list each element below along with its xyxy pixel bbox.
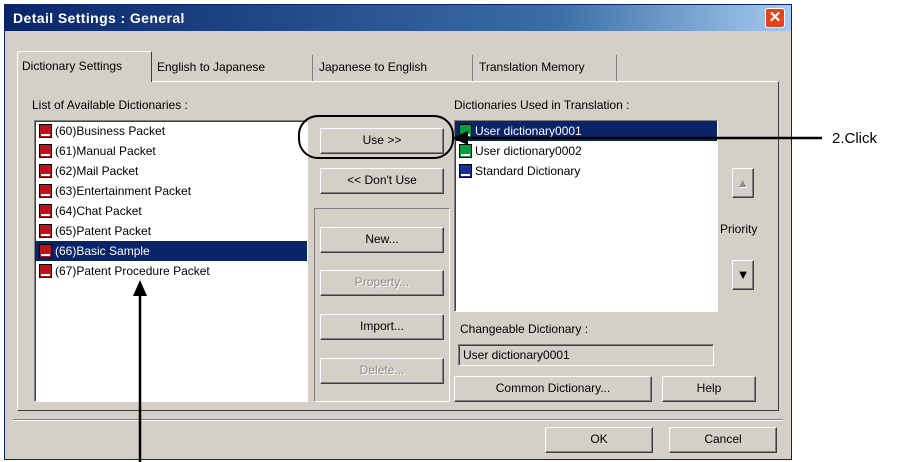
red-book-icon (39, 224, 52, 238)
list-item[interactable]: (62)Mail Packet (35, 161, 307, 181)
close-icon: ✕ (768, 9, 782, 26)
ok-button-label: OK (590, 432, 608, 446)
tab-label: English to Japanese (157, 60, 266, 74)
changeable-dictionary-label: Changeable Dictionary : (460, 322, 589, 336)
changeable-dictionary-value: User dictionary0001 (463, 348, 570, 362)
new-button-label: New... (365, 232, 399, 246)
cancel-button[interactable]: Cancel (669, 427, 777, 453)
list-item[interactable]: Standard Dictionary (455, 161, 717, 181)
list-item[interactable]: User dictionary0001 (455, 121, 717, 141)
use-button-highlight-oval (298, 115, 454, 159)
list-item-label: User dictionary0001 (475, 124, 582, 138)
list-item-label: (60)Business Packet (55, 124, 166, 138)
ok-button[interactable]: OK (545, 427, 653, 453)
tab-label: Translation Memory (479, 60, 585, 74)
red-book-icon (39, 124, 52, 138)
list-item-label: (62)Mail Packet (55, 164, 139, 178)
available-dictionaries-heading: List of Available Dictionaries : (32, 98, 188, 112)
list-item-label: User dictionary0002 (475, 144, 582, 158)
tab-label: Japanese to English (319, 60, 428, 74)
red-book-icon (39, 244, 52, 258)
priority-up-button[interactable]: ▲ (732, 168, 754, 198)
list-item[interactable]: (63)Entertainment Packet (35, 181, 307, 201)
blue-book-icon (459, 164, 472, 178)
list-item-label: (66)Basic Sample (55, 244, 150, 258)
list-item-label: (65)Patent Packet (55, 224, 152, 238)
priority-label: Priority (720, 222, 758, 236)
arrow-down-icon: ▼ (736, 267, 750, 282)
common-dictionary-button[interactable]: Common Dictionary... (454, 376, 652, 402)
import-button[interactable]: Import... (320, 314, 444, 340)
cancel-button-label: Cancel (704, 432, 742, 446)
tab-dictionary-settings[interactable]: Dictionary Settings (17, 51, 152, 82)
property-button[interactable]: Property... (320, 270, 444, 296)
callout-click-label: 2.Click (832, 130, 878, 147)
list-item[interactable]: (67)Patent Procedure Packet (35, 261, 307, 281)
arrow-up-icon: ▲ (737, 176, 749, 190)
list-item[interactable]: User dictionary0002 (455, 141, 717, 161)
list-item-label: (61)Manual Packet (55, 144, 156, 158)
used-dictionaries-heading: Dictionaries Used in Translation : (454, 98, 630, 112)
list-item[interactable]: (65)Patent Packet (35, 221, 307, 241)
red-book-icon (39, 144, 52, 158)
changeable-dictionary-field: User dictionary0001 (458, 344, 714, 366)
dialog-window: Detail Settings : General ✕ Dictionary S… (4, 4, 792, 460)
dont-use-button[interactable]: << Don't Use (320, 168, 444, 194)
list-item-label: (67)Patent Procedure Packet (55, 264, 210, 278)
window-title: Detail Settings : General (13, 10, 185, 26)
green-book-icon (459, 144, 472, 158)
list-item[interactable]: (64)Chat Packet (35, 201, 307, 221)
list-item-label: (64)Chat Packet (55, 204, 142, 218)
list-item[interactable]: (61)Manual Packet (35, 141, 307, 161)
property-button-label: Property... (354, 275, 410, 289)
list-item[interactable]: (60)Business Packet (35, 121, 307, 141)
tab-english-to-japanese[interactable]: English to Japanese (153, 55, 313, 81)
tab-translation-memory[interactable]: Translation Memory (475, 55, 617, 81)
tab-japanese-to-english[interactable]: Japanese to English (315, 55, 473, 81)
priority-down-button[interactable]: ▼ (732, 260, 754, 290)
list-item-label: Standard Dictionary (475, 164, 581, 178)
red-book-icon (39, 204, 52, 218)
close-button[interactable]: ✕ (765, 8, 785, 28)
tab-label: Dictionary Settings (22, 59, 123, 73)
red-book-icon (39, 164, 52, 178)
delete-button[interactable]: Delete... (320, 358, 444, 384)
green-book-icon (459, 124, 472, 138)
help-button[interactable]: Help (662, 376, 756, 402)
list-item-label: (63)Entertainment Packet (55, 184, 192, 198)
help-button-label: Help (696, 381, 722, 395)
list-item[interactable]: (66)Basic Sample (35, 241, 307, 261)
title-bar[interactable]: Detail Settings : General ✕ (5, 5, 791, 31)
common-dictionary-button-label: Common Dictionary... (495, 381, 611, 395)
import-button-label: Import... (359, 319, 404, 333)
red-book-icon (39, 264, 52, 278)
dont-use-button-label: << Don't Use (347, 173, 417, 187)
used-dictionaries-list[interactable]: User dictionary0001 User dictionary0002 St… (454, 120, 718, 312)
delete-button-label: Delete... (359, 363, 405, 377)
new-button[interactable]: New... (320, 227, 444, 253)
separator (13, 419, 783, 421)
red-book-icon (39, 184, 52, 198)
available-dictionaries-list[interactable]: (60)Business Packet (61)Manual Packet (62)… (34, 120, 308, 402)
